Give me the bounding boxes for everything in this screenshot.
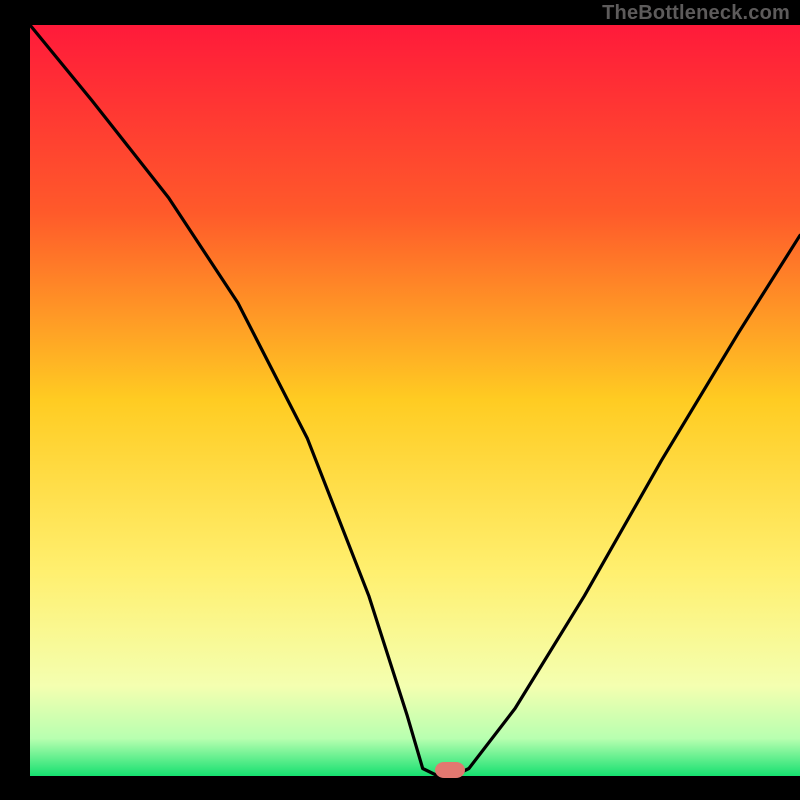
optimum-marker (435, 762, 465, 778)
chart-container: TheBottleneck.com (0, 0, 800, 800)
plot-background (30, 25, 800, 776)
chart-svg (0, 0, 800, 800)
watermark-text: TheBottleneck.com (602, 2, 790, 25)
